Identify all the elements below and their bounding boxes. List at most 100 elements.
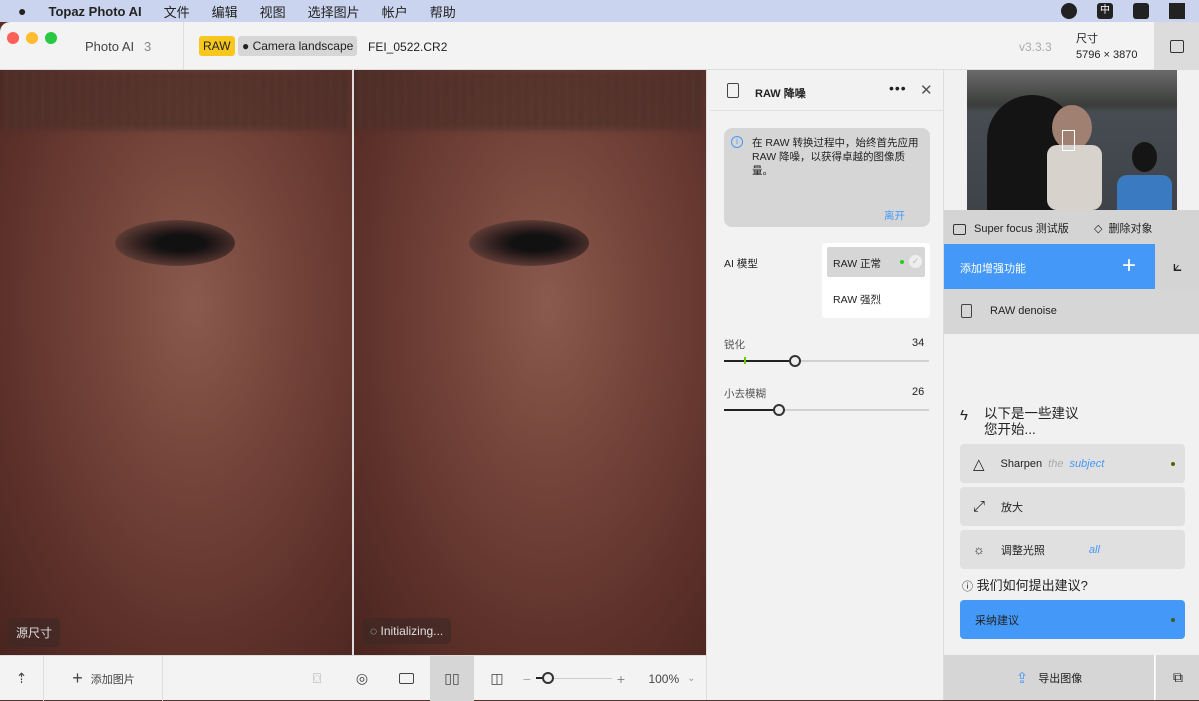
deblur-label: 小去模糊 [724,388,766,400]
adopt-suggestions-button[interactable]: 采纳建议 [960,600,1185,639]
apple-icon[interactable]: ● [18,3,26,19]
info-icon: ⓘ [962,581,973,593]
menu-app-name[interactable]: Topaz Photo AI [48,4,141,19]
suggestions-title: 以下是一些建议 您开始... [984,406,1079,437]
menu-account[interactable]: 帐户 [382,2,408,21]
export-options-button[interactable]: ⧉ [1156,655,1199,700]
chevron-down-icon: ⌄ [687,673,696,684]
crop-button[interactable]: ⟀ [1155,244,1199,289]
input-method-icon[interactable]: 中 [1097,3,1113,19]
preset-label: Camera landscape [252,39,354,53]
remove-object-label: 删除对象 [1108,223,1153,235]
toggle-sidebar-button[interactable] [1154,22,1199,70]
single-view-button[interactable] [389,656,423,701]
menu-edit[interactable]: 编辑 [212,2,238,21]
navigator-thumbnail[interactable] [967,70,1177,210]
close-window-button[interactable] [7,32,19,44]
raw-file-icon [727,83,739,98]
active-dot [900,260,904,264]
add-image-button[interactable]: + 添加图片 [45,656,163,701]
sidebar-icon [1169,39,1184,53]
info-text: 在 RAW 转换过程中，始终首先应用 RAW 降噪，以获得卓越的图像质 量。 [752,137,919,177]
preview-toggle-button[interactable]: ◎ [345,656,379,701]
suggestion-lighting[interactable]: ☼ 调整光照 all [960,530,1185,569]
upload-button[interactable]: ⇡ [0,656,44,701]
how-label: 我们如何提出建议? [976,578,1088,593]
zoom-level-dropdown[interactable]: 100% ⌄ [644,656,700,701]
status-text: Initializing... [380,624,444,638]
minimize-window-button[interactable] [26,32,38,44]
image-count: 3 [144,39,152,54]
preset-badge[interactable]: ● Camera landscape [238,36,358,56]
model-option-strong[interactable]: RAW 强烈 [833,292,881,307]
single-view-icon [398,673,414,684]
model-option-normal[interactable]: RAW 正常 ✓ [827,247,925,277]
close-panel-button[interactable]: ✕ [920,81,933,99]
info-icon: i [731,136,743,148]
info-box: i 在 RAW 转换过程中，始终首先应用 RAW 降噪，以获得卓越的图像质 量。… [724,128,930,227]
export-button[interactable]: ⇪ 导出图像 [944,655,1155,700]
version: v3.3.3 [1019,40,1052,54]
menu-view[interactable]: 视图 [260,2,286,21]
title-bar: Photo AI 3 RAW ● Camera landscape FEI_05… [0,22,1199,70]
face-scan-icon: ⌼ [312,670,322,686]
eraser-icon: ◇ [1094,223,1103,235]
dismiss-link[interactable]: 离开 [884,208,905,223]
menu-help[interactable]: 帮助 [430,2,456,21]
how-suggestions-link[interactable]: ⓘ 我们如何提出建议? [962,575,1088,594]
add-enhancement-button[interactable]: 添加增强功能 + [944,244,1155,289]
menu-file[interactable]: 文件 [164,2,190,21]
size-label: 尺寸 [1076,33,1098,45]
raw-denoise-item[interactable]: RAW denoise [944,289,1199,334]
menu-bar: ● Topaz Photo AI 文件 编辑 视图 选择图片 帐户 帮助 中 [0,0,1199,22]
zoom-slider[interactable] [536,672,612,684]
menu-select-image[interactable]: 选择图片 [308,2,360,21]
add-image-label: 添加图片 [90,673,135,686]
face-detect-button[interactable]: ⌼ [300,656,334,701]
triangle-icon: △ [973,455,985,473]
split-view-icon: ◫ [490,670,504,686]
plus-icon: + [1122,252,1137,279]
suggestion-label: 放大 [1001,501,1024,514]
more-options-button[interactable]: ••• [889,80,907,96]
split-view-button[interactable]: ◫ [480,656,514,701]
suggestion-label: Sharpen [1000,457,1043,470]
original-preview[interactable]: 源尺寸 [0,70,352,655]
raw-denoise-panel: RAW 降噪 ••• ✕ i 在 RAW 转换过程中，始终首先应用 RAW 降噪… [706,70,943,700]
sharpen-value: 34 [912,337,925,349]
super-focus-button[interactable]: Super focus 测试版 [953,220,1069,236]
microphone-icon[interactable] [1061,3,1077,19]
model-option-label: RAW 正常 [833,258,882,270]
crop-icon: ⟀ [1172,257,1183,275]
side-by-side-view-button[interactable]: ▯▯ [430,656,474,701]
super-focus-label: Super focus 测试版 [974,223,1069,235]
suggestion-sharpen[interactable]: △ Sharpen the subject [960,444,1185,483]
deblur-value: 26 [912,386,925,398]
status-dot [1171,461,1175,466]
right-sidebar: Super focus 测试版 ◇ 删除对象 添加增强功能 + ⟀ RAW den… [943,70,1199,700]
sharpen-slider-handle[interactable] [789,355,801,367]
suggestion-upscale[interactable]: ⤢ 放大 [960,487,1185,526]
deblur-slider[interactable] [724,404,929,416]
export-label: 导出图像 [1038,672,1083,685]
notification-icon[interactable] [1169,3,1185,19]
remove-object-button[interactable]: ◇ 删除对象 [1094,220,1152,236]
zoom-slider-handle[interactable] [542,672,554,684]
processed-preview[interactable]: ◌ Initializing... [354,70,706,655]
deblur-slider-handle[interactable] [773,404,785,416]
zoom-out-button[interactable]: − [520,656,534,701]
capcut-icon[interactable] [1133,3,1149,19]
upload-icon: ⇡ [15,670,28,686]
lightning-icon: ϟ [960,407,968,424]
check-icon: ✓ [909,255,922,268]
external-share-icon: ⧉ [1173,669,1183,685]
panel-title: RAW 降噪 [755,88,806,100]
zoom-in-button[interactable]: + [614,656,628,701]
model-selector: RAW 正常 ✓ RAW 强烈 [822,243,930,318]
maximize-window-button[interactable] [45,32,57,44]
bottom-toolbar: ⇡ + 添加图片 ⌼ ◎ ▯▯ ◫ − + 100% ⌄ [0,655,706,701]
sharpen-slider[interactable] [724,355,929,367]
raw-badge[interactable]: RAW [199,36,235,56]
viewport-indicator[interactable] [1062,130,1075,151]
status-label: ◌ Initializing... [362,618,452,644]
